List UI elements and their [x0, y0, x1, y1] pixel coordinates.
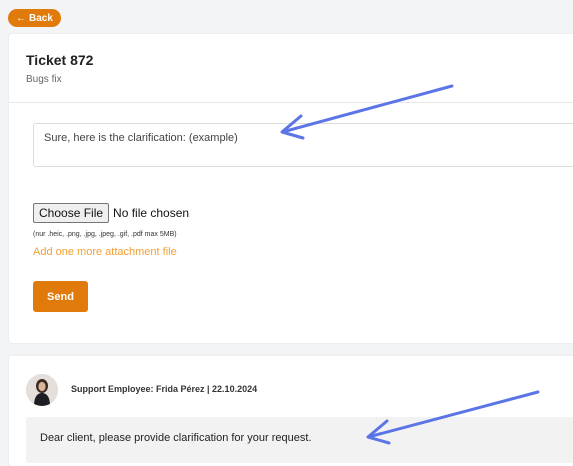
ticket-header: Ticket 872 Bugs fix [9, 34, 573, 103]
ticket-subtitle: Bugs fix [26, 74, 62, 85]
arrow-left-icon: ← [16, 12, 26, 24]
back-button[interactable]: ← Back [8, 9, 61, 27]
file-input: Choose File No file chosen [33, 203, 189, 223]
ticket-title: Ticket 872 [26, 52, 94, 68]
send-button[interactable]: Send [33, 281, 88, 312]
message-text: Dear client, please provide clarificatio… [40, 432, 312, 444]
back-button-label: Back [29, 12, 53, 24]
choose-file-button[interactable]: Choose File [33, 203, 110, 223]
file-hint: (nur .heic, .png, .jpg, .jpeg, .gif, .pd… [33, 231, 177, 238]
avatar-image [26, 374, 58, 406]
no-file-label: No file chosen [113, 206, 190, 220]
message-author: Support Employee: Frida Pérez | 22.10.20… [71, 384, 258, 394]
avatar [26, 374, 58, 406]
message-card: Support Employee: Frida Pérez | 22.10.20… [9, 356, 573, 466]
message-bubble: Dear client, please provide clarificatio… [26, 417, 573, 463]
ticket-reply-card: Ticket 872 Bugs fix Sure, here is the cl… [9, 34, 573, 343]
reply-textarea[interactable]: Sure, here is the clarification: (exampl… [33, 123, 573, 167]
add-attachment-link[interactable]: Add one more attachment file [33, 246, 177, 258]
